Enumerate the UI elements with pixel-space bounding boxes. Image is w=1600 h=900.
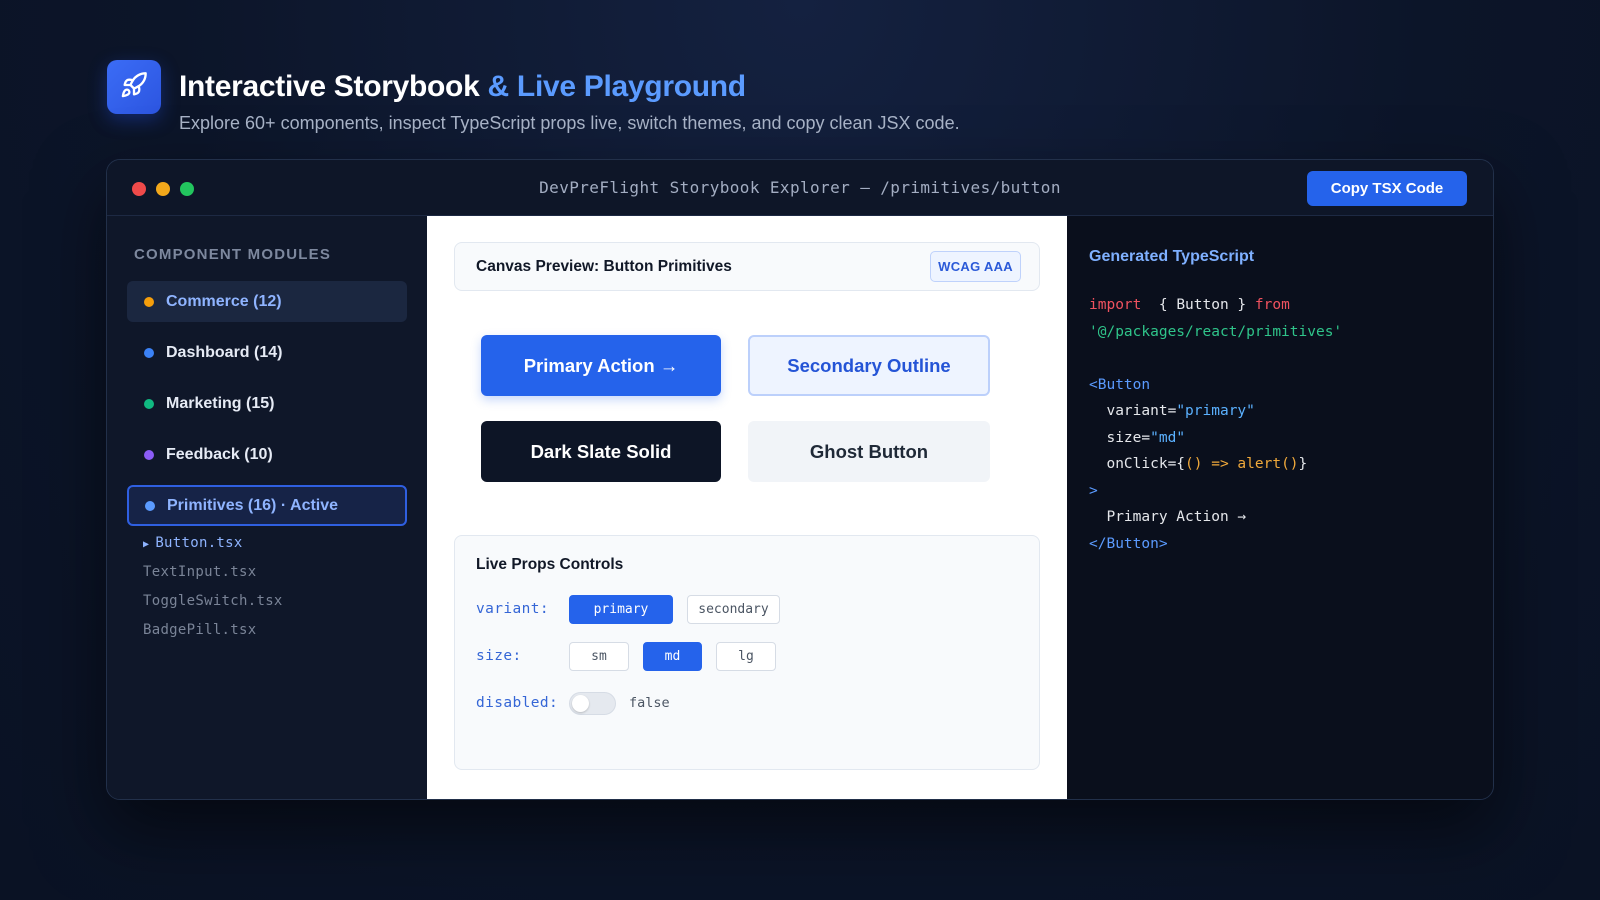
- sidebar-item-dashboard[interactable]: Dashboard (14): [127, 332, 407, 373]
- rocket-icon: [120, 71, 148, 104]
- code-import-keyword: import: [1089, 297, 1142, 313]
- sidebar-heading: COMPONENT MODULES: [134, 246, 332, 263]
- dark-slate-solid-button[interactable]: Dark Slate Solid: [481, 421, 721, 482]
- code-from-keyword: from: [1254, 297, 1290, 313]
- button-showcase: Primary Action → Secondary Outline Dark …: [481, 335, 1040, 482]
- disabled-prop-row: disabled: false: [476, 688, 1018, 718]
- variant-option-secondary[interactable]: secondary: [687, 594, 780, 624]
- code-open-tag: <Button: [1089, 376, 1151, 393]
- code-attr-onclick: onClick={: [1106, 456, 1186, 472]
- preview-title: Canvas Preview: Button Primitives: [476, 257, 732, 275]
- code-panel: Generated TypeScript import { Button } f…: [1067, 216, 1493, 799]
- sidebar-item-label: Feedback (10): [166, 445, 273, 463]
- page-subtitle: Explore 60+ components, inspect TypeScri…: [179, 112, 960, 133]
- file-item-badgepill[interactable]: BadgePill.tsx: [143, 616, 407, 645]
- canvas-preview: Canvas Preview: Button Primitives WCAG A…: [427, 216, 1067, 799]
- file-item-button[interactable]: ▶ Button.tsx: [143, 529, 407, 558]
- code-close-tag: </Button>: [1089, 535, 1168, 552]
- ghost-button[interactable]: Ghost Button: [748, 421, 990, 482]
- sidebar: COMPONENT MODULES Commerce (12) Dashboar…: [107, 216, 427, 799]
- size-option-lg[interactable]: lg: [716, 641, 776, 671]
- status-dot-icon: [144, 296, 154, 307]
- window-titlebar: DevPreFlight Storybook Explorer — /primi…: [107, 160, 1493, 216]
- variant-prop-row: variant: primary secondary: [476, 594, 1018, 624]
- code-attr-size: size=: [1106, 429, 1151, 446]
- file-item-toggleswitch[interactable]: ToggleSwitch.tsx: [143, 587, 407, 616]
- sidebar-item-marketing[interactable]: Marketing (15): [127, 383, 407, 424]
- size-prop-row: size: sm md lg: [476, 641, 1018, 671]
- close-window-button[interactable]: [132, 182, 146, 196]
- sidebar-item-label: Commerce (12): [166, 292, 282, 310]
- wcag-badge: WCAG AAA: [930, 251, 1021, 282]
- page-title-main: Interactive Storybook: [179, 70, 480, 103]
- page-title: Interactive Storybook & Live Playground: [179, 70, 960, 105]
- code-onclick-close: }: [1298, 456, 1308, 472]
- toggle-knob: [572, 694, 589, 712]
- code-block[interactable]: import { Button } from '@/packages/react…: [1089, 292, 1471, 557]
- disabled-label: disabled:: [476, 695, 559, 711]
- code-attr-variant: variant=: [1106, 403, 1177, 419]
- size-option-sm[interactable]: sm: [569, 641, 629, 671]
- size-option-md[interactable]: md: [643, 641, 702, 671]
- code-module-path: '@/packages/react/primitives': [1089, 323, 1343, 340]
- disabled-toggle[interactable]: [569, 691, 616, 715]
- window-title: DevPreFlight Storybook Explorer — /primi…: [539, 178, 1061, 197]
- caret-right-icon: ▶: [143, 539, 150, 550]
- window-controls: [132, 182, 194, 196]
- variant-label: variant:: [476, 601, 550, 617]
- preview-header: Canvas Preview: Button Primitives WCAG A…: [454, 242, 1040, 291]
- primary-action-button[interactable]: Primary Action →: [481, 335, 721, 396]
- app-window: DevPreFlight Storybook Explorer — /primi…: [106, 159, 1494, 800]
- status-dot-icon: [145, 500, 155, 511]
- file-list: ▶ Button.tsx TextInput.tsx ToggleSwitch.t…: [127, 529, 407, 645]
- secondary-outline-button[interactable]: Secondary Outline: [748, 335, 990, 396]
- page-title-accent: & Live Playground: [487, 70, 747, 103]
- code-val-variant: "primary": [1176, 403, 1255, 419]
- sidebar-item-feedback[interactable]: Feedback (10): [127, 434, 407, 475]
- page-header: Interactive Storybook & Live Playground …: [107, 60, 960, 134]
- file-item-textinput[interactable]: TextInput.tsx: [143, 558, 407, 587]
- status-dot-icon: [144, 347, 154, 358]
- code-import-body: { Button }: [1158, 297, 1247, 313]
- status-dot-icon: [144, 398, 154, 409]
- copy-tsx-code-button[interactable]: Copy TSX Code: [1307, 171, 1467, 206]
- sidebar-item-primitives[interactable]: Primitives (16) · Active: [127, 485, 407, 526]
- variant-option-primary[interactable]: primary: [569, 594, 673, 624]
- maximize-window-button[interactable]: [180, 182, 194, 196]
- sidebar-item-label: Marketing (15): [166, 394, 275, 412]
- sidebar-item-commerce[interactable]: Commerce (12): [127, 281, 407, 322]
- disabled-value: false: [629, 695, 670, 711]
- sidebar-item-label: Primitives (16) · Active: [167, 496, 339, 514]
- sidebar-item-label: Dashboard (14): [166, 343, 283, 361]
- code-val-size: "md": [1150, 429, 1186, 446]
- code-close-bracket: >: [1089, 482, 1098, 499]
- status-dot-icon: [144, 449, 154, 460]
- size-label: size:: [476, 648, 522, 664]
- props-title: Live Props Controls: [476, 556, 624, 573]
- code-val-onclick: () => alert(): [1185, 456, 1299, 472]
- file-item-label: Button.tsx: [155, 535, 243, 551]
- code-panel-title: Generated TypeScript: [1089, 248, 1255, 265]
- minimize-window-button[interactable]: [156, 182, 170, 196]
- logo: [107, 60, 161, 114]
- code-children: Primary Action →: [1106, 509, 1247, 525]
- live-props-panel: Live Props Controls variant: primary sec…: [454, 535, 1040, 770]
